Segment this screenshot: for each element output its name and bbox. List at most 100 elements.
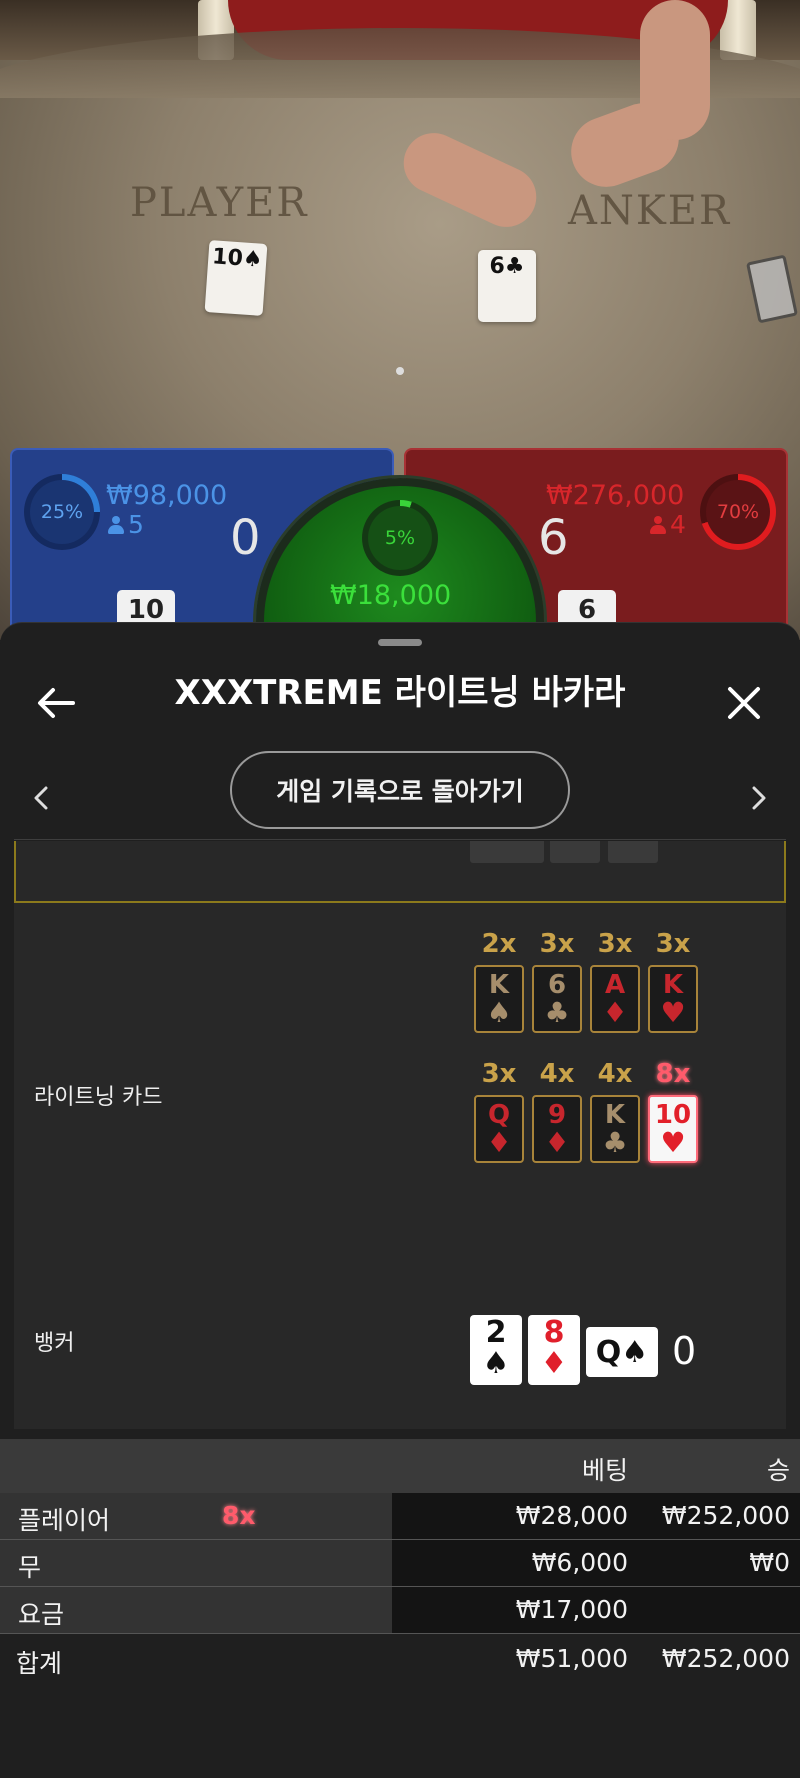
- card-rank: 9: [547, 1100, 567, 1130]
- lightning-multiplier: 3x: [597, 929, 633, 959]
- total-win: ₩252,000: [661, 1644, 790, 1673]
- card-rank: 6: [547, 970, 567, 1000]
- player-bet-total: ₩98,000: [106, 480, 228, 511]
- header-divider: [14, 839, 786, 840]
- chevron-left-icon: [34, 786, 48, 810]
- card-rank: K: [604, 1100, 626, 1130]
- banker-row-label: 뱅커: [34, 1331, 75, 1356]
- lightning-multiplier: 8x: [655, 1059, 691, 1089]
- back-to-history-button[interactable]: 게임 기록으로 돌아가기: [230, 751, 570, 829]
- close-icon: [728, 687, 760, 719]
- player-percent-ring: 25%: [24, 474, 100, 550]
- banker-third-card: Q♠: [586, 1327, 658, 1377]
- card-suit: ♦: [540, 1346, 568, 1381]
- total-bet: ₩51,000: [515, 1644, 628, 1673]
- lightning-card: K ♠: [474, 965, 524, 1033]
- arrow-left-icon: [38, 688, 75, 718]
- result-row: 요금 ₩17,000: [0, 1587, 800, 1634]
- next-round-button[interactable]: [734, 773, 784, 823]
- banker-total-score: 0: [672, 1329, 697, 1373]
- bet-amount: ₩28,000: [515, 1501, 628, 1530]
- card-rank: K: [488, 970, 510, 1000]
- bet-type: 플레이어: [18, 1506, 111, 1535]
- bet-amount: ₩6,000: [531, 1548, 628, 1577]
- banker-card: 8 ♦: [528, 1315, 580, 1385]
- bet-type: 요금: [18, 1600, 65, 1629]
- card-rank: A: [604, 970, 626, 1000]
- table-header: 베팅 승: [0, 1439, 800, 1493]
- card-suit: ♣: [602, 1126, 628, 1159]
- tie-percent-ring: 5%: [362, 500, 438, 576]
- card-shoe: [745, 254, 799, 324]
- lightning-multiplier: 4x: [597, 1059, 633, 1089]
- back-button[interactable]: [26, 673, 86, 733]
- row-label-bg: [0, 1540, 392, 1586]
- card-suit: ♠: [486, 996, 512, 1029]
- header-win: 승: [766, 1456, 790, 1485]
- video-banker-card: 6♣: [478, 250, 536, 322]
- lightning-card: Q ♦: [474, 1095, 524, 1163]
- banker-bettor-count: 4: [650, 510, 686, 539]
- lightning-multiplier: 2x: [481, 929, 517, 959]
- bet-results-table: 베팅 승 플레이어 8x ₩28,000 ₩252,000 무 ₩6,000 ₩0 요금 ₩17…: [0, 1439, 800, 1684]
- win-amount: ₩0: [749, 1548, 790, 1577]
- lightning-cards-label: 라이트닝 카드: [34, 1085, 163, 1110]
- winner-highlight-box: [14, 841, 786, 903]
- table-player-text: PLAYER: [130, 180, 309, 226]
- bet-amount: ₩17,000: [515, 1595, 628, 1624]
- card-suit: ♠: [482, 1346, 510, 1381]
- sheet-drag-handle[interactable]: [378, 639, 422, 646]
- game-history-sheet: XXXTREME 라이트닝 바카라 게임 기록으로 돌아가기 라이트닝 카드 2…: [0, 622, 800, 1778]
- lightning-multiplier: 3x: [655, 929, 691, 959]
- card-rank: 2: [485, 1315, 507, 1350]
- card-suit: ♥: [660, 1126, 686, 1159]
- banker-percent-ring: 70%: [700, 474, 776, 550]
- dealer-arm: [640, 0, 710, 140]
- card-rank: Q: [487, 1100, 511, 1130]
- previous-round-button[interactable]: [16, 773, 66, 823]
- lightning-card: 6 ♣: [532, 965, 582, 1033]
- result-row: 플레이어 8x ₩28,000 ₩252,000: [0, 1493, 800, 1540]
- partial-card: [550, 841, 600, 863]
- partial-card: [608, 841, 658, 863]
- card-suit: ♦: [544, 1126, 570, 1159]
- bet-type: 무: [18, 1553, 42, 1582]
- player-bettor-count: 5: [108, 510, 144, 539]
- card-suit: ♥: [660, 996, 686, 1029]
- player-score: 0: [230, 510, 261, 566]
- round-details[interactable]: 라이트닝 카드 2x K ♠ 3x 6 ♣ 3x A ♦ 3x K ♥ 3x Q ♦ 4x 9 ♦ 4x K ♣ 8x 10…: [14, 841, 786, 1429]
- player-percent: 25%: [30, 480, 94, 544]
- person-icon: [108, 516, 124, 534]
- tie-percent: 5%: [368, 506, 432, 570]
- sheet-title: XXXTREME 라이트닝 바카라: [174, 673, 626, 713]
- lightning-card: 10 ♥: [648, 1095, 698, 1163]
- win-amount: ₩252,000: [661, 1501, 790, 1530]
- person-icon: [650, 516, 666, 534]
- card-rank: 10: [654, 1100, 692, 1130]
- card-rank: K: [662, 970, 684, 1000]
- table-banker-text: ANKER: [568, 188, 732, 234]
- lightning-multiplier: 3x: [539, 929, 575, 959]
- lightning-card: 9 ♦: [532, 1095, 582, 1163]
- table-dot: [396, 367, 404, 375]
- lightning-multiplier: 4x: [539, 1059, 575, 1089]
- card-suit: ♦: [602, 996, 628, 1029]
- banker-percent: 70%: [706, 480, 770, 544]
- lightning-card: K ♥: [648, 965, 698, 1033]
- result-row: 무 ₩6,000 ₩0: [0, 1540, 800, 1587]
- total-label: 합계: [16, 1649, 63, 1678]
- header-bet: 베팅: [581, 1456, 628, 1485]
- total-row: 합계 ₩51,000 ₩252,000: [0, 1634, 800, 1684]
- close-button[interactable]: [714, 673, 774, 733]
- win-multiplier: 8x: [222, 1501, 256, 1530]
- banker-score: 6: [538, 510, 569, 566]
- card-rank: 8: [543, 1315, 565, 1350]
- card-suit: ♣: [544, 996, 570, 1029]
- card-suit: ♦: [486, 1126, 512, 1159]
- banker-card: 2 ♠: [470, 1315, 522, 1385]
- result-rows: 플레이어 8x ₩28,000 ₩252,000 무 ₩6,000 ₩0 요금 ₩17,000: [0, 1493, 800, 1634]
- tie-bet-total: ₩18,000: [330, 580, 452, 611]
- dealer-left-hand: [393, 123, 547, 237]
- partial-card: [470, 841, 544, 863]
- lightning-card: K ♣: [590, 1095, 640, 1163]
